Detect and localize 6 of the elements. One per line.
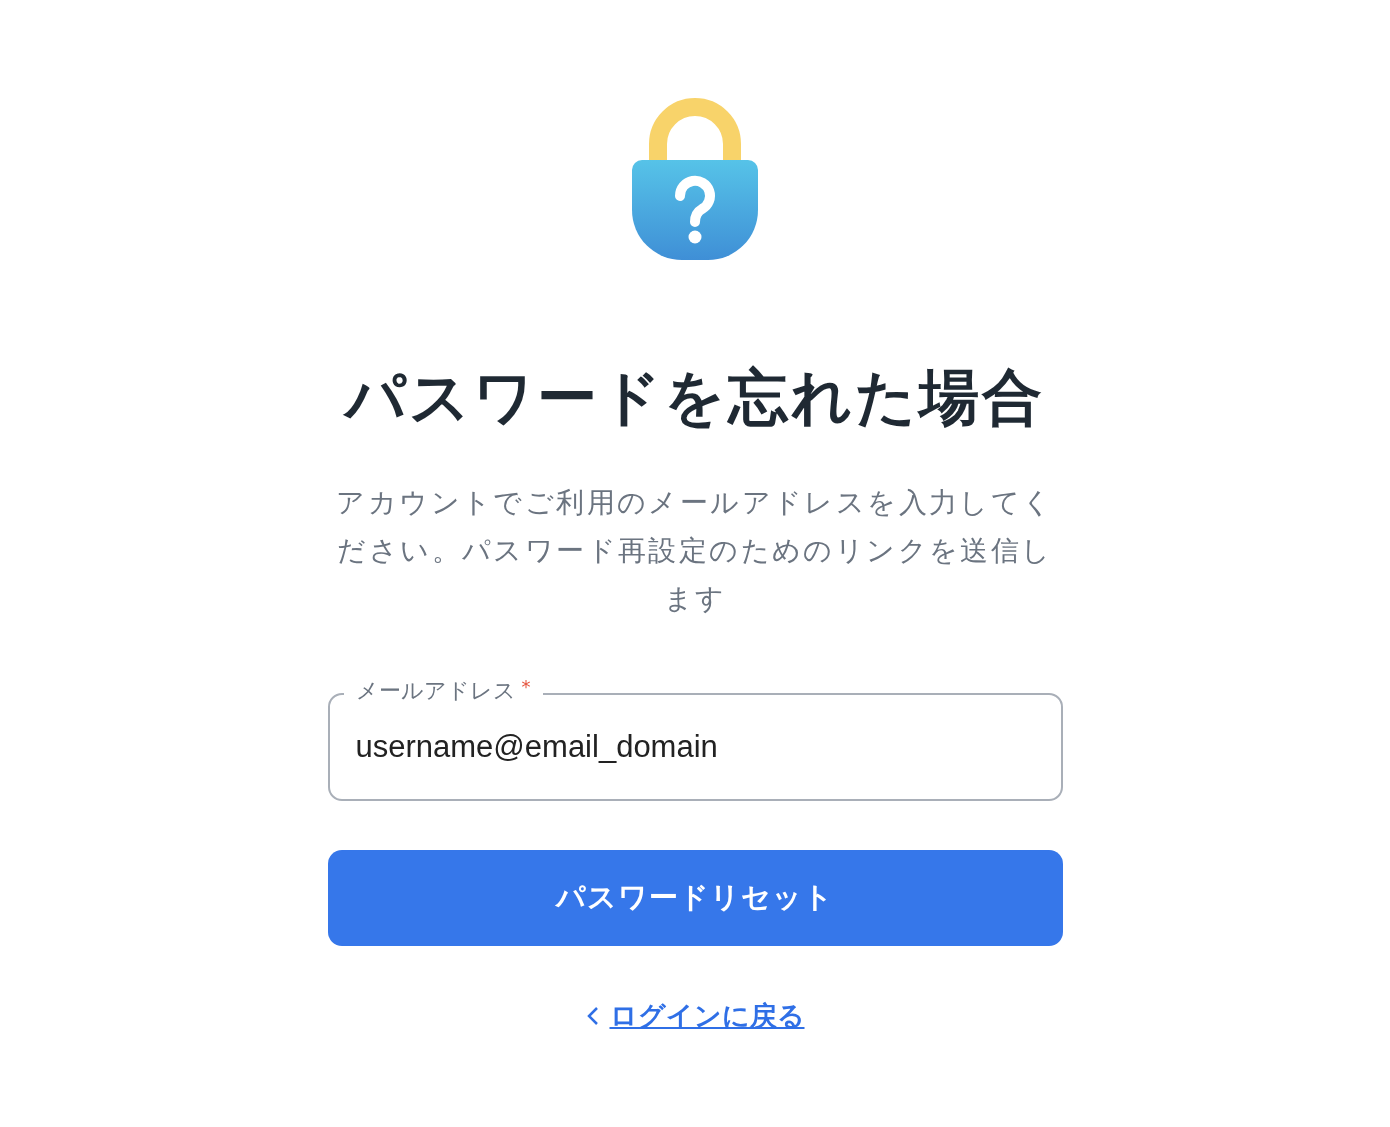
chevron-left-icon	[585, 1005, 600, 1027]
reset-button[interactable]: パスワードリセット	[327, 850, 1063, 946]
back-to-login-link[interactable]: ログインに戻る	[609, 998, 805, 1034]
padlock-icon	[630, 96, 760, 262]
page-title: パスワードを忘れた場合	[345, 361, 1045, 434]
instructions-text: アカウントでご利用のメールアドレスを入力してください。パスワード再設定のためのリンクを送信します	[335, 485, 1055, 617]
